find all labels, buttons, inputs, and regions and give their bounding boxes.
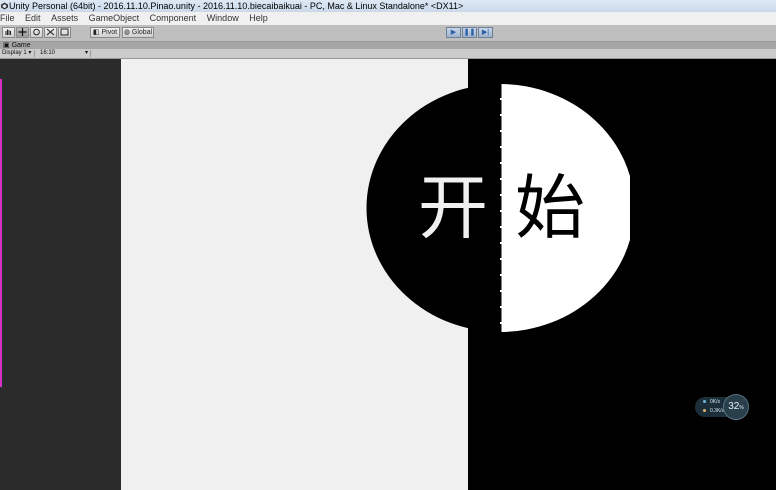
hand-icon — [5, 29, 11, 35]
unity-logo-icon — [1, 2, 8, 10]
game-tab-icon: ▣ — [3, 42, 10, 49]
scale-tool-button[interactable] — [44, 27, 57, 38]
upload-unit: K/s — [712, 399, 721, 405]
start-char-left: 开 — [418, 167, 488, 249]
play-icon: ▶ — [450, 29, 457, 36]
game-view-toolbar: Display 1 ▾ 16:10 ▾ — [0, 49, 776, 59]
usage-percent-unit: % — [739, 405, 744, 411]
pause-icon: ❚❚ — [463, 29, 476, 36]
pivot-toggle[interactable]: ◧ Pivot — [90, 27, 120, 38]
move-icon — [18, 28, 27, 36]
download-dot-icon — [703, 409, 706, 412]
pivot-icon: ◧ — [92, 29, 100, 36]
menu-file[interactable]: File — [0, 12, 15, 25]
start-button[interactable]: 开 始 — [361, 84, 630, 332]
menu-component[interactable]: Component — [150, 12, 197, 25]
globe-icon: ◍ — [123, 29, 130, 36]
rotate-icon — [33, 28, 40, 36]
chevron-down-icon: ▾ — [84, 50, 88, 56]
rect-icon — [60, 28, 69, 36]
aspect-dropdown[interactable]: 16:10 ▾ — [38, 50, 91, 57]
network-stats-widget: 0K/s 0.3K/s 32% — [695, 394, 753, 422]
menu-assets[interactable]: Assets — [51, 12, 78, 25]
hand-tool-button[interactable] — [2, 27, 15, 38]
rotate-tool-button[interactable] — [30, 27, 43, 38]
left-dark-panel — [0, 59, 121, 490]
download-row: 0.3K/s — [703, 408, 724, 414]
game-tab-label: Game — [11, 42, 31, 49]
display-label: Display 1 — [2, 50, 27, 56]
menu-bar: File Edit Assets GameObject Component Wi… — [0, 12, 776, 25]
menu-window[interactable]: Window — [207, 12, 239, 25]
pause-button[interactable]: ❚❚ — [462, 27, 477, 38]
download-value: 0.3 — [710, 408, 717, 414]
global-toggle[interactable]: ◍ Global — [122, 27, 154, 38]
pivot-label: Pivot — [101, 29, 118, 36]
display-dropdown[interactable]: Display 1 ▾ — [0, 50, 35, 57]
play-button[interactable]: ▶ — [446, 27, 461, 38]
step-icon: ▶| — [481, 29, 490, 36]
start-char-right: 始 — [515, 167, 585, 249]
upload-row: 0K/s — [703, 399, 720, 405]
window-title-bar: Unity Personal (64bit) - 2016.11.10.Pina… — [0, 0, 776, 12]
rect-tool-button[interactable] — [58, 27, 71, 38]
side-accent-line — [0, 79, 2, 387]
upload-dot-icon — [703, 400, 706, 403]
game-tab-bar: ▣ Game — [0, 42, 776, 49]
move-tool-button[interactable] — [16, 27, 29, 38]
game-tab[interactable]: ▣ Game — [3, 42, 31, 49]
chevron-down-icon: ▾ — [28, 50, 32, 56]
menu-gameobject[interactable]: GameObject — [89, 12, 140, 25]
aspect-label: 16:10 — [40, 50, 56, 56]
global-label: Global — [131, 29, 153, 36]
usage-percent: 32% — [723, 394, 749, 420]
scale-icon — [46, 28, 55, 36]
window-title: Unity Personal (64bit) - 2016.11.10.Pina… — [9, 1, 464, 11]
step-button[interactable]: ▶| — [478, 27, 493, 38]
usage-percent-value: 32 — [728, 401, 740, 412]
menu-edit[interactable]: Edit — [25, 12, 41, 25]
menu-help[interactable]: Help — [249, 12, 268, 25]
toolbar: ◧ Pivot ◍ Global ▶ ❚❚ ▶| — [0, 25, 776, 42]
